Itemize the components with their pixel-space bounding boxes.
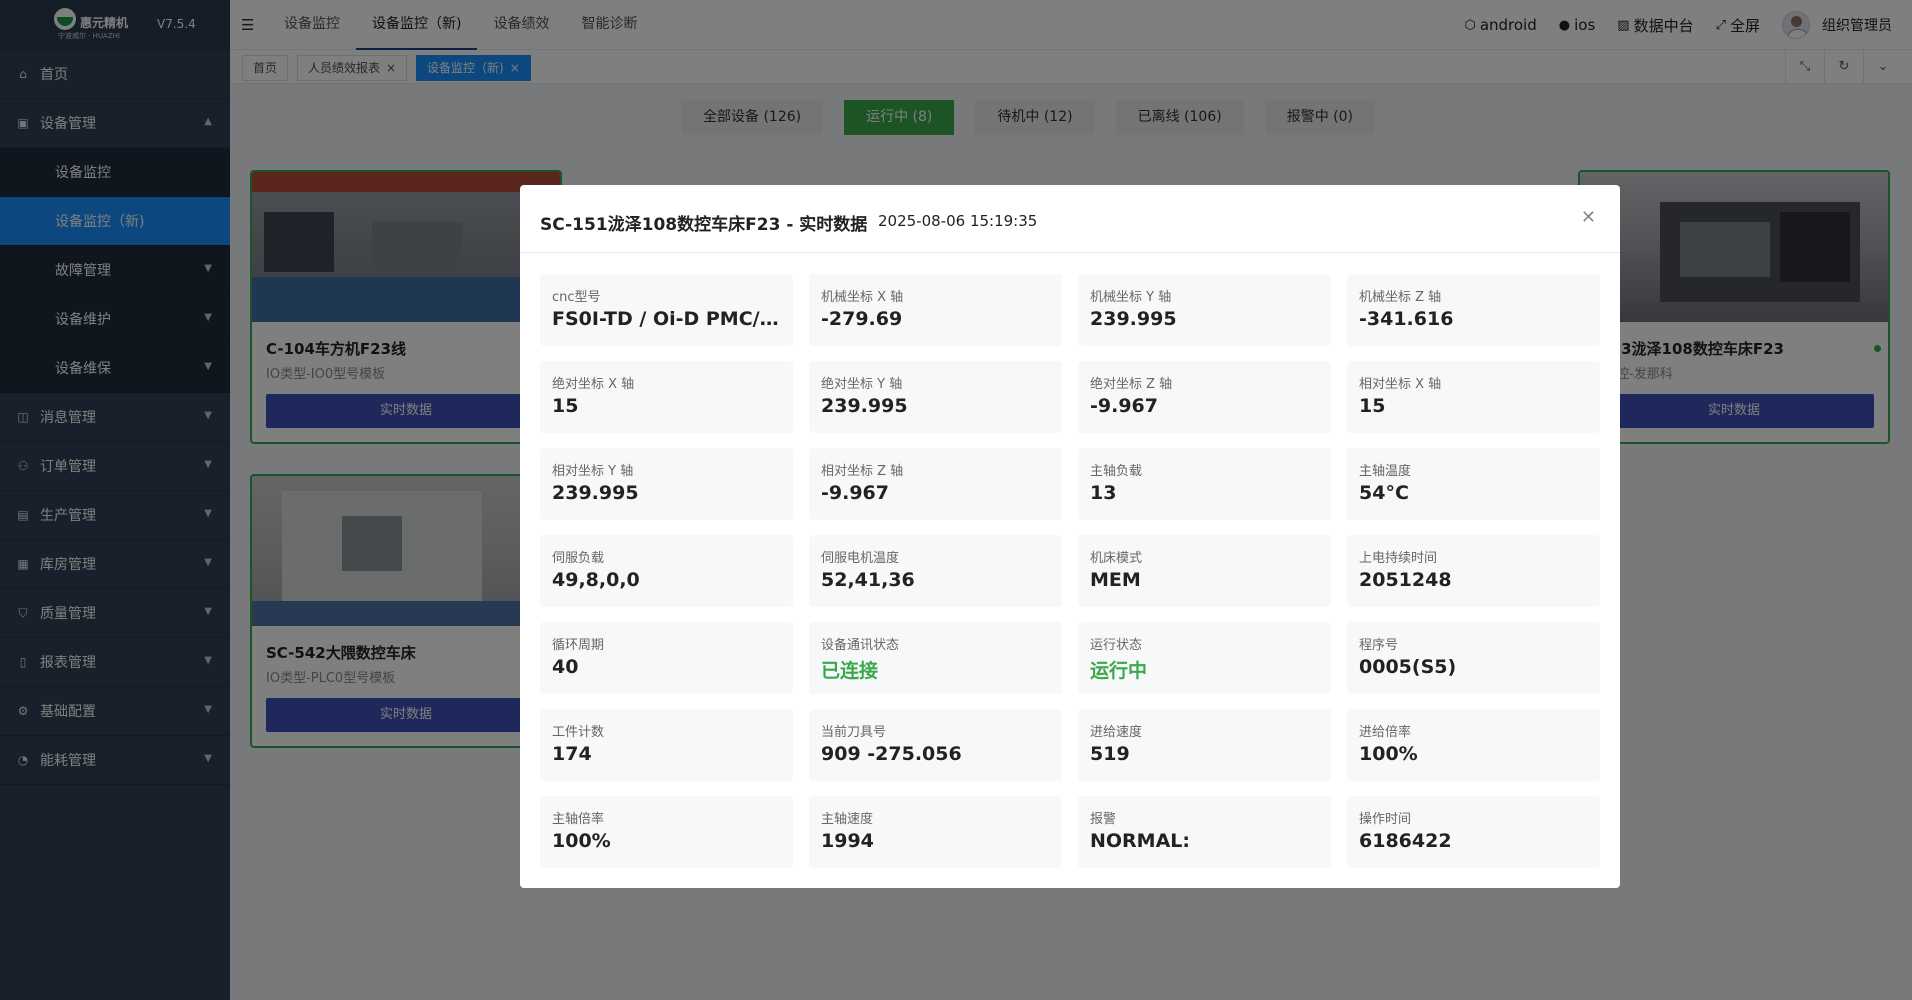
data-field: 运行状态 运行中: [1078, 622, 1331, 694]
close-icon[interactable]: ✕: [1581, 207, 1596, 228]
data-field: 程序号 0005(S5): [1347, 622, 1600, 694]
data-field-value: 174: [552, 743, 592, 765]
data-field-value: 909 -275.056: [821, 743, 962, 765]
data-field-label: 循环周期: [552, 638, 605, 653]
data-field-value: 6186422: [1359, 830, 1452, 852]
data-field: cnc型号 FS0I-TD / Oi-D PMC/L ...: [540, 274, 793, 346]
data-field-label: 运行状态: [1090, 638, 1143, 653]
data-field-label: 主轴倍率: [552, 812, 605, 827]
data-field: 机械坐标 X 轴 -279.69: [809, 274, 1062, 346]
data-field: 当前刀具号 909 -275.056: [809, 709, 1062, 781]
data-field-label: 当前刀具号: [821, 725, 887, 740]
data-field-value: 0005(S5): [1359, 656, 1457, 678]
data-field-label: 伺服电机温度: [821, 551, 900, 566]
data-field-label: 操作时间: [1359, 812, 1412, 827]
data-field-label: 相对坐标 Z 轴: [821, 464, 904, 479]
data-field: 循环周期 40: [540, 622, 793, 694]
data-field-label: 工件计数: [552, 725, 605, 740]
data-field-value: 519: [1090, 743, 1130, 765]
dialog-timestamp: 2025-08-06 15:19:35: [878, 212, 1038, 230]
data-field-value: 13: [1090, 482, 1117, 504]
data-field-label: 机械坐标 Y 轴: [1090, 290, 1172, 305]
dialog-title: SC-151泷泽108数控车床F23 - 实时数据: [540, 215, 868, 235]
data-field: 机床模式 MEM: [1078, 535, 1331, 607]
data-field-value: MEM: [1090, 569, 1141, 591]
data-field-value: 15: [552, 395, 579, 417]
data-field: 工件计数 174: [540, 709, 793, 781]
data-field-label: 相对坐标 X 轴: [1359, 377, 1442, 392]
data-field: 伺服负载 49,8,0,0: [540, 535, 793, 607]
data-field-value: -9.967: [1090, 395, 1158, 417]
data-field-label: 机械坐标 X 轴: [821, 290, 904, 305]
data-field-label: 进给倍率: [1359, 725, 1412, 740]
data-field-label: 主轴温度: [1359, 464, 1412, 479]
data-field-label: 绝对坐标 Z 轴: [1090, 377, 1173, 392]
data-field-value: NORMAL:: [1090, 830, 1191, 852]
data-field-label: 报警: [1090, 812, 1117, 827]
data-field-label: 设备通讯状态: [821, 638, 900, 653]
data-field: 上电持续时间 2051248: [1347, 535, 1600, 607]
data-field-label: 进给速度: [1090, 725, 1143, 740]
data-field: 报警 NORMAL:: [1078, 796, 1331, 868]
data-field: 操作时间 6186422: [1347, 796, 1600, 868]
data-field: 绝对坐标 Y 轴 239.995: [809, 361, 1062, 433]
dialog-header: SC-151泷泽108数控车床F23 - 实时数据 2025-08-06 15:…: [520, 185, 1620, 253]
data-field-value: 100%: [1359, 743, 1418, 765]
data-field-value: 54°C: [1359, 482, 1409, 504]
data-field-value: FS0I-TD / Oi-D PMC/L ...: [552, 308, 781, 330]
data-field: 机械坐标 Z 轴 -341.616: [1347, 274, 1600, 346]
data-field-value: 1994: [821, 830, 874, 852]
data-field: 主轴温度 54°C: [1347, 448, 1600, 520]
data-field-label: 上电持续时间: [1359, 551, 1438, 566]
data-field-label: 主轴负载: [1090, 464, 1143, 479]
data-field-value: 52,41,36: [821, 569, 915, 591]
data-field: 相对坐标 Y 轴 239.995: [540, 448, 793, 520]
data-field-value: 49,8,0,0: [552, 569, 640, 591]
data-field: 主轴速度 1994: [809, 796, 1062, 868]
data-field-label: 伺服负载: [552, 551, 605, 566]
data-field: 伺服电机温度 52,41,36: [809, 535, 1062, 607]
data-field-value: 运行中: [1090, 660, 1148, 682]
data-field-label: 机床模式: [1090, 551, 1143, 566]
data-field: 主轴倍率 100%: [540, 796, 793, 868]
data-field-label: cnc型号: [552, 290, 601, 305]
data-field-value: 239.995: [552, 482, 639, 504]
realtime-data-dialog: SC-151泷泽108数控车床F23 - 实时数据 2025-08-06 15:…: [520, 185, 1620, 888]
data-field-value: -9.967: [821, 482, 889, 504]
data-field-label: 程序号: [1359, 638, 1399, 653]
data-field-value: 100%: [552, 830, 611, 852]
data-field-value: 2051248: [1359, 569, 1452, 591]
data-field-label: 主轴速度: [821, 812, 874, 827]
data-field: 进给速度 519: [1078, 709, 1331, 781]
realtime-field-grid: cnc型号 FS0I-TD / Oi-D PMC/L ... 机械坐标 X 轴 -27…: [540, 274, 1600, 868]
data-field-value: 40: [552, 656, 579, 678]
data-field-value: -341.616: [1359, 308, 1454, 330]
data-field: 主轴负载 13: [1078, 448, 1331, 520]
data-field-label: 机械坐标 Z 轴: [1359, 290, 1442, 305]
data-field: 绝对坐标 X 轴 15: [540, 361, 793, 433]
data-field-label: 相对坐标 Y 轴: [552, 464, 634, 479]
data-field: 相对坐标 Z 轴 -9.967: [809, 448, 1062, 520]
data-field-value: 239.995: [821, 395, 908, 417]
data-field-value: 239.995: [1090, 308, 1177, 330]
data-field: 绝对坐标 Z 轴 -9.967: [1078, 361, 1331, 433]
data-field: 机械坐标 Y 轴 239.995: [1078, 274, 1331, 346]
data-field: 进给倍率 100%: [1347, 709, 1600, 781]
data-field-value: 15: [1359, 395, 1386, 417]
data-field-label: 绝对坐标 Y 轴: [821, 377, 903, 392]
data-field-label: 绝对坐标 X 轴: [552, 377, 635, 392]
data-field-value: 已连接: [821, 660, 879, 682]
data-field: 设备通讯状态 已连接: [809, 622, 1062, 694]
data-field: 相对坐标 X 轴 15: [1347, 361, 1600, 433]
data-field-value: -279.69: [821, 308, 903, 330]
